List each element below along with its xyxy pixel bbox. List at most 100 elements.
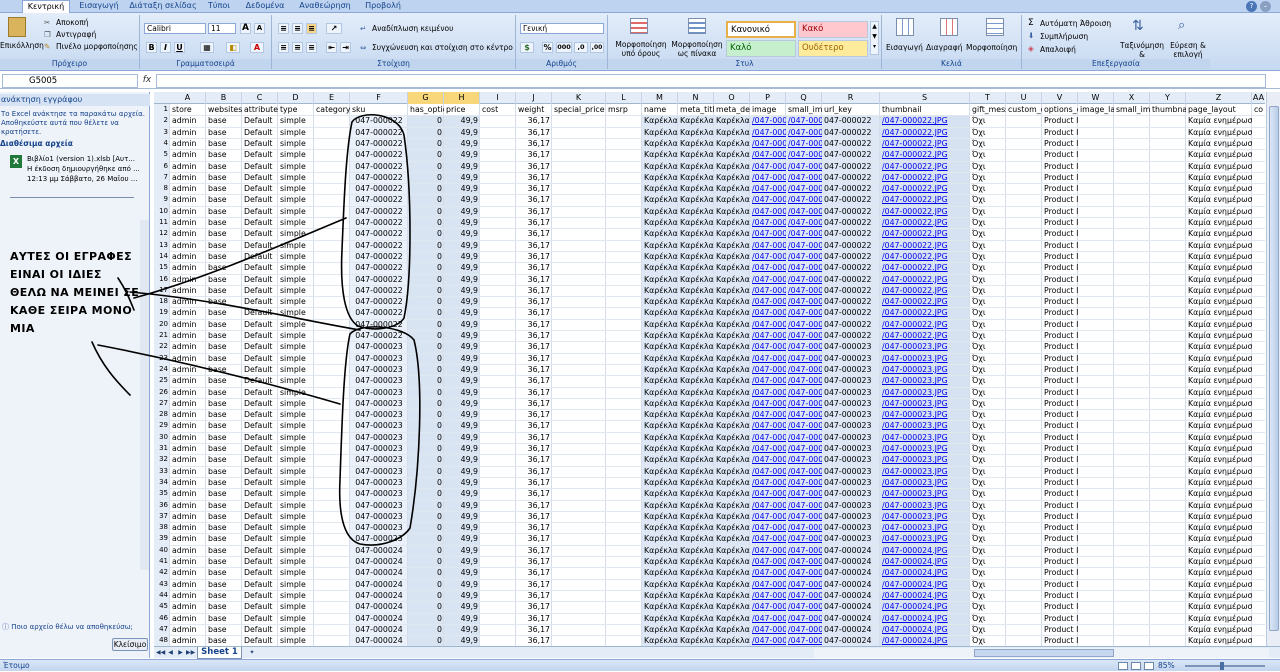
cell-s7[interactable]: /047-000022.JPG: [880, 172, 970, 183]
cell-p8[interactable]: /047-0000: [750, 183, 786, 194]
cell-m48[interactable]: Καρέκλα L: [642, 635, 678, 646]
row-header[interactable]: 8: [154, 183, 170, 194]
row-header[interactable]: 15: [154, 262, 170, 273]
cell-n6[interactable]: Καρέκλα L: [678, 161, 714, 172]
cell-n7[interactable]: Καρέκλα L: [678, 172, 714, 183]
cell-q45[interactable]: /047-0000: [786, 601, 822, 612]
cell-p42[interactable]: /047-0000: [750, 567, 786, 578]
column-header-n[interactable]: N: [678, 92, 714, 104]
cell-j40[interactable]: 36,17: [516, 545, 552, 556]
cell-f23[interactable]: 047-000023: [350, 353, 408, 364]
cell-c41[interactable]: Default: [242, 556, 278, 567]
cell-v18[interactable]: Product Info Column: [1042, 296, 1078, 307]
cell-z32[interactable]: Καμία ενημέρωση: [1186, 454, 1252, 465]
cell-p39[interactable]: /047-0000: [750, 533, 786, 544]
cell-a44[interactable]: admin: [170, 590, 206, 601]
cell-r36[interactable]: 047-000023: [822, 500, 880, 511]
cell-r2[interactable]: 047-000022: [822, 115, 880, 126]
cell-j11[interactable]: 36,17: [516, 217, 552, 228]
cell-b47[interactable]: base: [206, 624, 242, 635]
cell-j17[interactable]: 36,17: [516, 285, 552, 296]
font-size-combo[interactable]: 11: [208, 23, 236, 34]
cell-m15[interactable]: Καρέκλα L: [642, 262, 678, 273]
cell-c46[interactable]: Default: [242, 613, 278, 624]
cell-a6[interactable]: admin: [170, 161, 206, 172]
cell-n10[interactable]: Καρέκλα L: [678, 206, 714, 217]
cell-t29[interactable]: Όχι: [970, 420, 1006, 431]
cell-j38[interactable]: 36,17: [516, 522, 552, 533]
cell-b28[interactable]: base: [206, 409, 242, 420]
cell-q35[interactable]: /047-0000: [786, 488, 822, 499]
cell-n44[interactable]: Καρέκλα L: [678, 590, 714, 601]
column-header-a[interactable]: A: [170, 92, 206, 104]
cell-f35[interactable]: 047-000023: [350, 488, 408, 499]
cell-b11[interactable]: base: [206, 217, 242, 228]
cell-d21[interactable]: simple: [278, 330, 314, 341]
cell-j45[interactable]: 36,17: [516, 601, 552, 612]
cell-a8[interactable]: admin: [170, 183, 206, 194]
increase-decimal-button[interactable]: ,0: [574, 42, 588, 53]
cell-c10[interactable]: Default: [242, 206, 278, 217]
cell-t30[interactable]: Όχι: [970, 432, 1006, 443]
cell-o10[interactable]: Καρέκλα L: [714, 206, 750, 217]
cell-v45[interactable]: Product Info Column: [1042, 601, 1078, 612]
cell-v4[interactable]: Product Info Column: [1042, 138, 1078, 149]
cell-h43[interactable]: 49,9: [444, 579, 480, 590]
cell-j43[interactable]: 36,17: [516, 579, 552, 590]
cell-t5[interactable]: Όχι: [970, 149, 1006, 160]
cell-s39[interactable]: /047-000023.JPG: [880, 533, 970, 544]
row-header[interactable]: 16: [154, 274, 170, 285]
cell-n43[interactable]: Καρέκλα L: [678, 579, 714, 590]
cell-s14[interactable]: /047-000022.JPG: [880, 251, 970, 262]
cell-g38[interactable]: 0: [408, 522, 444, 533]
cell-j29[interactable]: 36,17: [516, 420, 552, 431]
cell-t7[interactable]: Όχι: [970, 172, 1006, 183]
cell-o24[interactable]: Καρέκλα L: [714, 364, 750, 375]
cell-t23[interactable]: Όχι: [970, 353, 1006, 364]
column-header-v[interactable]: V: [1042, 92, 1078, 104]
cell-g27[interactable]: 0: [408, 398, 444, 409]
cell-j10[interactable]: 36,17: [516, 206, 552, 217]
cell-o7[interactable]: Καρέκλα L: [714, 172, 750, 183]
cell-f40[interactable]: 047-000024: [350, 545, 408, 556]
cell-h35[interactable]: 49,9: [444, 488, 480, 499]
cell-f36[interactable]: 047-000023: [350, 500, 408, 511]
cell-f3[interactable]: 047-000022: [350, 127, 408, 138]
pane-close-button[interactable]: Κλείσιμο: [112, 638, 148, 651]
orientation-icon[interactable]: ↗: [326, 23, 342, 34]
cell-h45[interactable]: 49,9: [444, 601, 480, 612]
cell-s30[interactable]: /047-000023.JPG: [880, 432, 970, 443]
cell-h42[interactable]: 49,9: [444, 567, 480, 578]
cell-o5[interactable]: Καρέκλα L: [714, 149, 750, 160]
cell-t45[interactable]: Όχι: [970, 601, 1006, 612]
cell-r40[interactable]: 047-000024: [822, 545, 880, 556]
conditional-format-button[interactable]: Μορφοποίηση υπό όρους: [612, 40, 670, 58]
row-header[interactable]: 14: [154, 251, 170, 262]
cell-p3[interactable]: /047-0000: [750, 127, 786, 138]
cell-o28[interactable]: Καρέκλα L: [714, 409, 750, 420]
cell-v15[interactable]: Product Info Column: [1042, 262, 1078, 273]
cell-o48[interactable]: Καρέκλα L: [714, 635, 750, 646]
cell-h23[interactable]: 49,9: [444, 353, 480, 364]
cell-c9[interactable]: Default: [242, 194, 278, 205]
row-header[interactable]: 44: [154, 590, 170, 601]
pane-scrollbar[interactable]: [140, 220, 149, 570]
cell-q39[interactable]: /047-0000: [786, 533, 822, 544]
cell-q47[interactable]: /047-0000: [786, 624, 822, 635]
cell-z16[interactable]: Καμία ενημέρωση: [1186, 274, 1252, 285]
cell-j6[interactable]: 36,17: [516, 161, 552, 172]
cell-p36[interactable]: /047-0000: [750, 500, 786, 511]
cell-n21[interactable]: Καρέκλα L: [678, 330, 714, 341]
cell-n33[interactable]: Καρέκλα L: [678, 466, 714, 477]
cell-s15[interactable]: /047-000022.JPG: [880, 262, 970, 273]
cell-b37[interactable]: base: [206, 511, 242, 522]
cell-j30[interactable]: 36,17: [516, 432, 552, 443]
column-header-l[interactable]: L: [606, 92, 642, 104]
cell-n18[interactable]: Καρέκλα L: [678, 296, 714, 307]
cell-q26[interactable]: /047-0000: [786, 387, 822, 398]
insert-cells-icon[interactable]: [896, 18, 914, 36]
cell-v33[interactable]: Product Info Column: [1042, 466, 1078, 477]
cell-b41[interactable]: base: [206, 556, 242, 567]
row-header[interactable]: 12: [154, 228, 170, 239]
cell-f17[interactable]: 047-000022: [350, 285, 408, 296]
